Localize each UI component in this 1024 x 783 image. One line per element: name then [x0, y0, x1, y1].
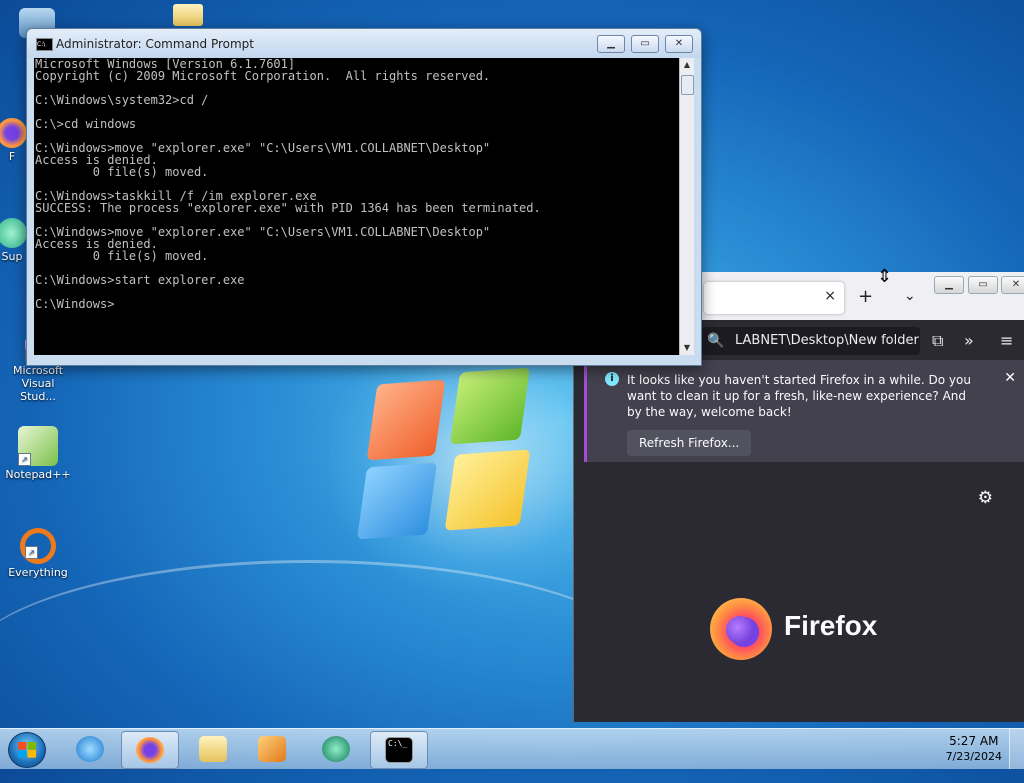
desktop-icon-folder[interactable]	[170, 4, 206, 28]
notification-message: It looks like you haven't started Firefo…	[627, 373, 971, 419]
close-button[interactable]: ✕	[665, 35, 693, 53]
url-text: LABNET\Desktop\New folder"	[735, 333, 920, 348]
desktop-icon-label: Notepad++	[5, 468, 71, 481]
support-icon	[0, 218, 27, 248]
browser-tab[interactable]: ×	[704, 282, 844, 314]
taskbar: C:\_ 5:27 AM 7/23/2024	[0, 728, 1024, 769]
brand-name: Firefox	[784, 610, 878, 641]
desktop-icon-label: F	[8, 150, 16, 163]
notification-close-icon[interactable]: ✕	[1004, 370, 1016, 386]
show-desktop-button[interactable]	[1009, 729, 1024, 769]
cmd-window-icon: C:\	[36, 38, 53, 51]
folder-icon	[173, 4, 203, 26]
clock-date: 7/23/2024	[945, 750, 1002, 763]
everything-search-icon: ↗	[20, 528, 56, 564]
taskbar-file-explorer[interactable]	[185, 731, 241, 767]
start-button[interactable]	[8, 732, 46, 768]
new-tab-button[interactable]: +	[858, 286, 873, 307]
overflow-chevron-icon[interactable]: »	[964, 331, 974, 350]
desktop-icon-everything[interactable]: ↗ Everything	[3, 528, 73, 579]
maximize-button[interactable]: ▭	[968, 276, 998, 294]
console-output: Microsoft Windows [Version 6.1.7601] Cop…	[35, 58, 541, 311]
new-tab-page: ⚙ Firefox	[582, 468, 1024, 716]
taskbar-firefox[interactable]	[121, 731, 179, 769]
gear-icon[interactable]: ⚙	[978, 488, 993, 508]
extensions-icon[interactable]: ⧉	[932, 331, 943, 351]
notepad-plus-plus-icon: ↗	[18, 426, 58, 466]
window-title: Administrator: Command Prompt	[56, 37, 254, 51]
windows-logo-yellow	[444, 449, 531, 531]
command-prompt-window: C:\ Administrator: Command Prompt ▁ ▭ ✕ …	[26, 28, 702, 366]
taskbar-command-prompt[interactable]: C:\_	[370, 731, 428, 769]
taskbar-media-player[interactable]	[244, 731, 300, 767]
url-bar[interactable]: 🔍 LABNET\Desktop\New folder"	[702, 327, 920, 355]
menu-hamburger-icon[interactable]: ≡	[1000, 331, 1013, 350]
scroll-up-icon[interactable]: ▲	[680, 58, 694, 72]
console-area[interactable]: Microsoft Windows [Version 6.1.7601] Cop…	[34, 58, 679, 355]
search-icon: 🔍	[707, 333, 725, 349]
taskbar-browser[interactable]	[308, 731, 364, 767]
minimize-button[interactable]: ▁	[597, 35, 625, 53]
tab-list-chevron-icon[interactable]: ⌄	[904, 288, 916, 304]
browser-icon	[322, 736, 350, 762]
refresh-notification: i It looks like you haven't started Fire…	[584, 360, 1024, 462]
command-prompt-icon: C:\_	[385, 737, 413, 763]
desktop-icon-label: Everything	[8, 566, 68, 579]
close-button[interactable]: ✕	[1001, 276, 1024, 294]
firefox-icon	[0, 118, 27, 148]
firefox-icon	[136, 737, 164, 763]
windows-flag-icon	[18, 742, 36, 758]
maximize-button[interactable]: ▭	[631, 35, 659, 53]
resize-cursor-icon: ⇕	[877, 266, 893, 287]
desktop-icon-label: Microsoft Visual Stud...	[12, 364, 64, 403]
scroll-thumb[interactable]	[681, 75, 694, 95]
desktop-icon-notepad-plus-plus[interactable]: ↗ Notepad++	[3, 426, 73, 481]
tab-close-button[interactable]: ×	[824, 288, 836, 304]
desktop-icon-label: Sup	[1, 250, 23, 263]
media-player-icon	[258, 736, 286, 762]
window-titlebar[interactable]: C:\ Administrator: Command Prompt ▁ ▭ ✕	[27, 29, 701, 58]
info-icon: i	[605, 372, 619, 386]
shortcut-arrow-icon: ↗	[18, 453, 31, 466]
vertical-scrollbar[interactable]: ▲ ▼	[679, 58, 694, 355]
file-explorer-icon	[199, 736, 227, 762]
clock-time: 5:27 AM	[949, 734, 999, 748]
minimize-button[interactable]: ▁	[934, 276, 964, 294]
windows-logo-green	[449, 367, 531, 445]
scroll-down-icon[interactable]: ▼	[680, 341, 694, 355]
windows-logo-red	[366, 379, 446, 461]
firefox-logo-icon	[710, 598, 772, 660]
refresh-firefox-button[interactable]: Refresh Firefox...	[627, 430, 752, 456]
taskbar-internet-explorer[interactable]	[62, 731, 118, 767]
system-clock[interactable]: 5:27 AM 7/23/2024	[946, 733, 1002, 765]
internet-explorer-icon	[76, 736, 104, 762]
windows-logo-blue	[356, 462, 438, 540]
shortcut-arrow-icon: ↗	[25, 546, 38, 559]
